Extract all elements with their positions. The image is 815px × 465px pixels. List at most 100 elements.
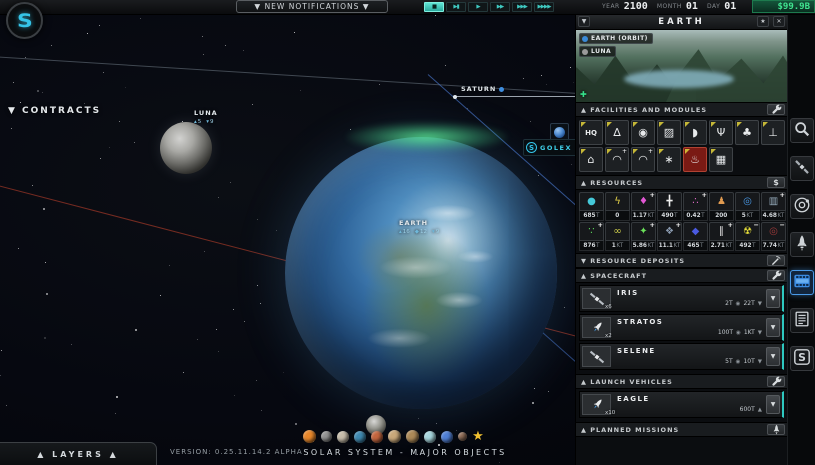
luna-label[interactable]: LUNA ▴5▾9 [194,109,218,125]
toolbar-orbit-button[interactable] [790,194,814,219]
factory-icon: ⌂ [588,153,595,166]
toolbar-rocket-button[interactable] [790,232,814,257]
facility-barracks[interactable]: ▦ [709,147,733,172]
notifications-button[interactable]: ▼ NEW NOTIFICATIONS ▼ [236,0,388,13]
earth-label[interactable]: EARTH ▴16◆12▾9 [399,219,439,235]
craft-stat1-value: 5T [725,358,732,365]
facility-drill[interactable]: ⊥ [761,120,785,145]
facility-water-extractor[interactable]: ◗ [683,120,707,145]
spacecraft-row-stratos[interactable]: x2STRATOS100T◉1KT▼▼ [579,314,784,341]
facility-observatory[interactable]: ◉ [631,120,655,145]
section-planned-missions-header[interactable]: ▲ PLANNED MISSIONS [576,422,787,437]
saturn-label[interactable]: SATURN [461,85,504,93]
resource-sulfur[interactable]: ∞1KT [605,222,630,251]
solar-bar-venus[interactable] [337,431,349,443]
star-dot [276,230,277,231]
resource-panels[interactable]: ▥4.68KT+ [761,192,786,221]
launch-vehicles-build-button[interactable] [767,376,785,387]
resource-crew[interactable]: ♟200 [709,192,734,221]
location-tag-0[interactable]: EARTH (ORBIT) [579,33,653,44]
faction-logo-letter: S [17,10,33,32]
resource-regolith[interactable]: ❖11.1KT+ [657,222,682,251]
star-dot [244,321,245,322]
toolbar-manifest-button[interactable] [790,308,814,333]
spacecraft-build-button[interactable] [767,270,785,281]
sulfur-amount: 1KT [605,241,630,251]
solar-bar-sun[interactable] [303,430,316,443]
solar-bar-star-marker-icon[interactable]: ★ [472,430,484,443]
facility-reactor[interactable]: ♨ [683,147,707,172]
toolbar-search-button[interactable] [790,118,814,143]
resource-crystals[interactable]: ✦5.86KT+ [631,222,656,251]
deposits-survey-button[interactable] [767,255,785,266]
section-deposits-header[interactable]: ▼ RESOURCE DEPOSITS [576,253,787,268]
solar-bar-jupiter[interactable] [388,430,401,443]
section-resources-header[interactable]: ▲ RESOURCES $ [576,175,787,190]
time-pause-button[interactable]: ▮▮ [424,2,444,12]
spacecraft-row-iris[interactable]: x6IRIS2T◉22T▼▼ [579,285,784,312]
resource-organics[interactable]: ∵876T+ [579,222,604,251]
resources-market-button[interactable]: $ [767,177,785,188]
panel-close-button[interactable]: ✕ [773,16,785,27]
section-spacecraft-header[interactable]: ▲ SPACECRAFT [576,268,787,283]
money-display[interactable]: $99.9B [752,0,815,13]
star-dot [87,33,88,34]
favorite-button[interactable]: ★ [757,16,769,27]
planet-earth[interactable] [285,137,557,409]
toolbar-golex-logo-button[interactable]: S [790,346,814,371]
section-launch-vehicles-header[interactable]: ▲ LAUNCH VEHICLES [576,374,787,389]
facility-solar-array[interactable]: ▨ [657,120,681,145]
facility-factory[interactable]: ⌂ [579,147,603,172]
star-dot [499,462,500,463]
solar-bar-pluto[interactable] [458,432,467,441]
location-tag-1[interactable]: LUNA [579,46,616,57]
facility-habitat-dome[interactable]: ◠+ [605,147,629,172]
resource-ore[interactable]: ●685T [579,192,604,221]
facility-shelter-dome[interactable]: ◠+ [631,147,655,172]
resource-water[interactable]: ◎5KT [735,192,760,221]
facilities-build-button[interactable] [767,104,785,115]
resource-volatiles[interactable]: ♦1.17KT+ [631,192,656,221]
time-speed-4-button[interactable]: ▶▶▶▶ [534,2,554,12]
solar-bar-mars[interactable] [371,431,383,443]
exotics-amount: 7.74KT [761,241,786,251]
planned-missions-add-button[interactable] [767,424,785,435]
resource-base-metals[interactable]: ╋490T [657,192,682,221]
launch-vehicle-row-eagle[interactable]: x10EAGLE600T▲▼ [579,391,784,418]
time-step-button[interactable]: ▶▮ [446,2,466,12]
resource-exotics[interactable]: ◎7.74KT− [761,222,786,251]
time-speed-2-button[interactable]: ▶▶ [490,2,510,12]
craft-action-button[interactable]: ▼ [766,318,780,337]
time-speed-3-button[interactable]: ▶▶▶ [512,2,532,12]
toolbar-filmstrip-button[interactable] [790,270,814,295]
facility-launch-facility[interactable]: ∆ [605,120,629,145]
contracts-toggle[interactable]: ▼ CONTRACTS [8,106,101,116]
spacecraft-row-selene[interactable]: SELENE5T◉10T▼▼ [579,343,784,370]
section-facilities-header[interactable]: ▲ FACILITIES AND MODULES [576,102,787,117]
solar-bar-earth[interactable] [354,431,366,443]
craft-action-button[interactable]: ▼ [766,347,780,366]
resource-propellant[interactable]: ∥2.71KT+ [709,222,734,251]
moon-luna[interactable] [160,122,212,174]
golex-faction-badge[interactable]: S GOLEX [523,139,578,156]
toolbar-satellite-button[interactable] [790,156,814,181]
solar-bar-saturn[interactable] [406,430,419,443]
faction-logo[interactable]: S [6,2,43,39]
facility-turbine[interactable]: ∗ [657,147,681,172]
resource-gems[interactable]: ◆465T [683,222,708,251]
resource-noble-metals[interactable]: ∴0.42T+ [683,192,708,221]
solar-bar-neptune[interactable] [441,431,453,443]
resource-fissiles[interactable]: ☢492T− [735,222,760,251]
panel-collapse-button[interactable]: ▼ [578,16,590,27]
resource-trend-badge: + [728,221,733,229]
craft-action-button[interactable]: ▼ [766,395,780,414]
craft-action-button[interactable]: ▼ [766,289,780,308]
solar-bar-mercury[interactable] [321,431,332,442]
layers-button[interactable]: ▲ LAYERS ▲ [0,442,157,465]
facility-antenna-mast[interactable]: Ψ [709,120,733,145]
resource-power[interactable]: ϟ0 [605,192,630,221]
facility-hq[interactable]: HQ [579,120,603,145]
solar-bar-uranus[interactable] [424,431,436,443]
facility-farm[interactable]: ♣ [735,120,759,145]
time-play-button[interactable]: ▶ [468,2,488,12]
